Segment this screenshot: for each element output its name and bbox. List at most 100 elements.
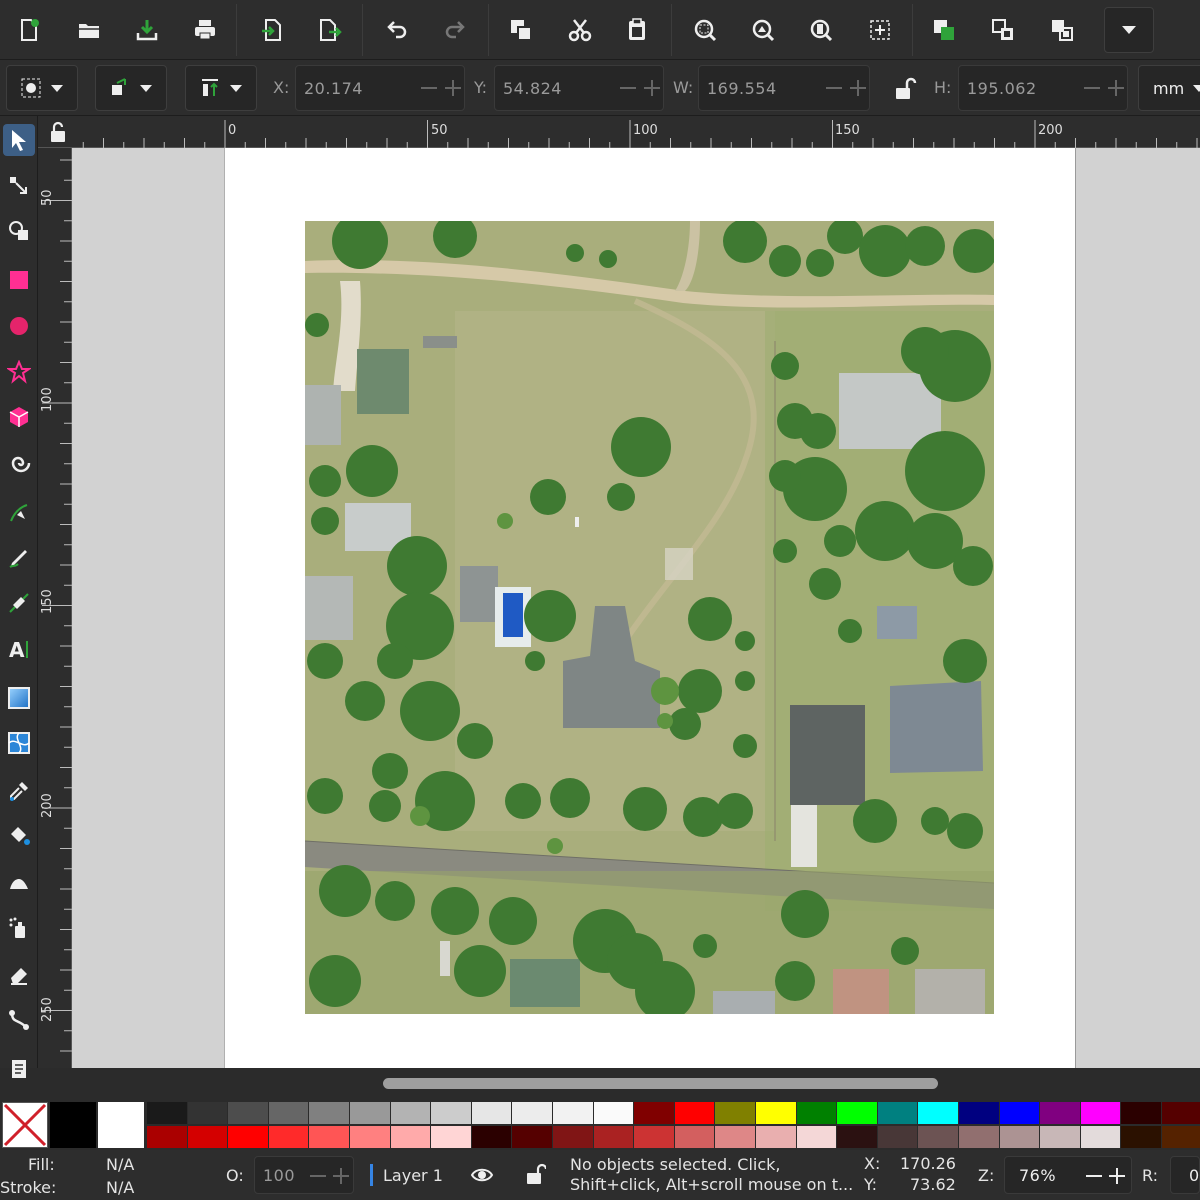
raise-icon[interactable] <box>922 8 966 52</box>
color-swatch[interactable] <box>390 1126 431 1148</box>
ellipse-tool-icon[interactable] <box>4 311 34 341</box>
x-field[interactable]: 20.174 <box>295 65 465 111</box>
horizontal-ruler[interactable]: 0 50 100 150 200 <box>72 116 1200 148</box>
ungroup-icon[interactable] <box>1040 8 1084 52</box>
spiral-tool-icon[interactable] <box>4 448 34 478</box>
color-swatch[interactable] <box>187 1126 228 1148</box>
stroke-value[interactable]: N/A <box>106 1178 134 1197</box>
color-swatch[interactable] <box>512 1126 552 1148</box>
color-swatch[interactable] <box>796 1102 837 1124</box>
color-swatch[interactable] <box>268 1126 309 1148</box>
decrement-icon[interactable] <box>1081 77 1103 99</box>
color-swatch[interactable] <box>431 1126 471 1148</box>
color-swatch[interactable] <box>1121 1102 1161 1124</box>
paint-bucket-tool-icon[interactable] <box>4 820 34 850</box>
transform-dropdown[interactable] <box>95 65 167 111</box>
color-swatch[interactable] <box>918 1102 958 1124</box>
color-swatch[interactable] <box>837 1102 877 1124</box>
vertical-ruler[interactable]: 50 100 150 200 250 <box>38 148 72 1068</box>
zoom-out-icon[interactable] <box>1083 1165 1105 1187</box>
color-swatch[interactable] <box>431 1102 471 1124</box>
color-swatch[interactable] <box>1080 1126 1121 1148</box>
paste-icon[interactable] <box>615 8 659 52</box>
color-swatch[interactable] <box>674 1102 715 1124</box>
color-swatch[interactable] <box>715 1126 755 1148</box>
color-swatch[interactable] <box>512 1102 552 1124</box>
unit-dropdown[interactable]: mm <box>1138 65 1200 111</box>
increment-icon[interactable] <box>442 77 464 99</box>
selector-tool-icon[interactable] <box>3 124 35 156</box>
no-paint-swatch[interactable] <box>2 1102 48 1148</box>
color-swatch[interactable] <box>593 1126 634 1148</box>
select-mode-dropdown[interactable] <box>6 65 78 111</box>
color-swatch[interactable] <box>1040 1102 1080 1124</box>
color-swatch[interactable] <box>999 1102 1040 1124</box>
color-swatch[interactable] <box>877 1126 918 1148</box>
swatch-white[interactable] <box>98 1102 144 1148</box>
text-tool-icon[interactable]: A <box>4 634 34 664</box>
color-swatch[interactable] <box>228 1126 268 1148</box>
color-swatch[interactable] <box>999 1126 1040 1148</box>
zoom-page-icon[interactable] <box>799 8 843 52</box>
zoom-value[interactable]: 76% <box>1019 1166 1056 1185</box>
layer-lock-icon[interactable] <box>524 1162 546 1186</box>
color-swatch[interactable] <box>715 1102 755 1124</box>
increment-icon[interactable] <box>641 77 663 99</box>
rectangle-tool-icon[interactable] <box>4 265 34 295</box>
color-swatch[interactable] <box>1121 1126 1161 1148</box>
spray-tool-icon[interactable] <box>4 913 34 943</box>
tweak-tool-icon[interactable] <box>4 216 34 246</box>
pen-tool-icon[interactable] <box>4 498 34 528</box>
decrement-icon[interactable] <box>418 77 440 99</box>
new-document-icon[interactable] <box>7 8 51 52</box>
color-swatch[interactable] <box>634 1126 674 1148</box>
star-tool-icon[interactable] <box>4 357 34 387</box>
eraser-tool-icon[interactable] <box>4 959 34 989</box>
color-swatch[interactable] <box>350 1102 390 1124</box>
decrement-icon[interactable] <box>823 77 845 99</box>
opacity-field[interactable]: 100 <box>254 1156 354 1194</box>
color-swatch[interactable] <box>553 1102 593 1124</box>
color-swatch[interactable] <box>1080 1102 1121 1124</box>
horizontal-scrollbar[interactable] <box>38 1068 1200 1098</box>
color-swatch[interactable] <box>471 1102 512 1124</box>
decrement-icon[interactable] <box>307 1165 329 1187</box>
visibility-eye-icon[interactable] <box>470 1164 494 1186</box>
export-icon[interactable] <box>250 8 294 52</box>
layer-name[interactable]: Layer 1 <box>383 1166 443 1185</box>
color-swatch[interactable] <box>796 1126 837 1148</box>
zoom-field[interactable]: 76% <box>1004 1156 1132 1194</box>
zoom-drawing-icon[interactable] <box>741 8 785 52</box>
lock-ratio-icon[interactable] <box>891 76 917 102</box>
increment-icon[interactable] <box>847 77 869 99</box>
h-field[interactable]: 195.062 <box>958 65 1128 111</box>
x-value[interactable]: 20.174 <box>304 79 363 98</box>
color-swatch[interactable] <box>959 1102 999 1124</box>
lock-guides-icon[interactable] <box>48 121 68 143</box>
color-swatch[interactable] <box>593 1102 634 1124</box>
align-dropdown[interactable] <box>185 65 257 111</box>
color-swatch[interactable] <box>390 1102 431 1124</box>
color-swatch[interactable] <box>471 1126 512 1148</box>
color-swatch[interactable] <box>350 1126 390 1148</box>
redo-icon[interactable] <box>433 8 477 52</box>
scrollbar-thumb[interactable] <box>383 1078 938 1089</box>
zoom-in-icon[interactable] <box>1106 1165 1128 1187</box>
color-swatch[interactable] <box>877 1102 918 1124</box>
color-swatch[interactable] <box>959 1126 999 1148</box>
dropper-tool-icon[interactable] <box>4 776 34 806</box>
color-swatch[interactable] <box>918 1126 958 1148</box>
pencil-tool-icon[interactable] <box>4 543 34 573</box>
group-icon[interactable] <box>981 8 1025 52</box>
mesh-tool-icon[interactable] <box>4 728 34 758</box>
duplicate-icon[interactable] <box>499 8 543 52</box>
decrement-icon[interactable] <box>617 77 639 99</box>
color-swatch[interactable] <box>1162 1102 1200 1124</box>
color-swatch[interactable] <box>1040 1126 1080 1148</box>
canvas[interactable] <box>72 148 1200 1068</box>
color-swatch[interactable] <box>309 1102 349 1124</box>
w-field[interactable]: 169.554 <box>698 65 870 111</box>
connector-tool-icon[interactable] <box>4 1005 34 1035</box>
y-field[interactable]: 54.824 <box>494 65 664 111</box>
export-as-icon[interactable] <box>307 8 351 52</box>
